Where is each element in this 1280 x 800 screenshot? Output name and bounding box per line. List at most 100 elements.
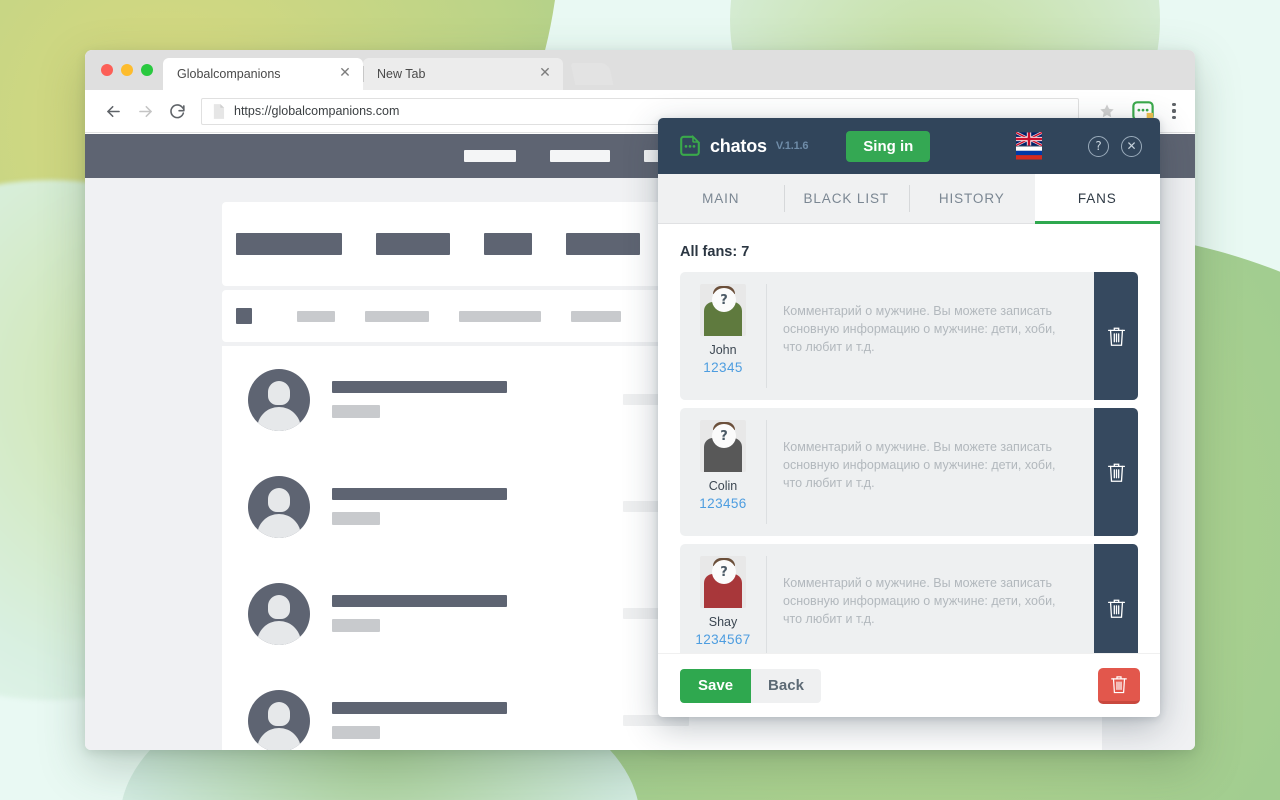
placeholder-block (376, 233, 450, 255)
window-traffic-lights (97, 50, 163, 90)
placeholder-block (566, 233, 640, 255)
fan-identity: ? John 12345 (680, 272, 766, 400)
list-item-text (332, 702, 507, 739)
brand-version: V.1.1.6 (775, 140, 809, 152)
fan-name: Colin (708, 479, 738, 493)
fan-identity: ? Colin 123456 (680, 408, 766, 536)
placeholder-block (332, 405, 380, 418)
fan-id[interactable]: 123456 (699, 496, 746, 511)
panel-body: All fans: 7 ? John 12345 Комментарий о м… (658, 224, 1160, 653)
panel-header-actions: ? ✕ (1088, 135, 1160, 157)
browser-tab-title: Globalcompanions (177, 67, 281, 81)
avatar (248, 689, 310, 750)
placeholder-block (332, 619, 380, 632)
placeholder-block (332, 595, 507, 607)
browser-tab-new-tab[interactable]: New Tab ✕ (363, 58, 563, 90)
delete-fan-button[interactable] (1094, 272, 1138, 400)
list-item-text (332, 595, 507, 632)
fan-card: ? Shay 1234567 Комментарий о мужчине. Вы… (680, 544, 1138, 653)
browser-tab-globalcompanions[interactable]: Globalcompanions ✕ (163, 58, 363, 90)
tab-divider (363, 66, 364, 82)
tab-fans[interactable]: FANS (1034, 174, 1160, 224)
placeholder-block (365, 310, 429, 322)
new-tab-button[interactable] (570, 63, 614, 85)
fan-photo: ? (700, 556, 746, 608)
placeholder-block (332, 512, 380, 525)
browser-tab-title: New Tab (377, 67, 426, 81)
tab-history[interactable]: HISTORY (909, 174, 1035, 223)
fan-identity: ? Shay 1234567 (680, 544, 766, 653)
minimize-window-button[interactable] (121, 64, 133, 76)
maximize-window-button[interactable] (141, 64, 153, 76)
sign-in-button[interactable]: Sing in (846, 130, 931, 162)
placeholder-block (332, 488, 507, 500)
close-window-button[interactable] (101, 64, 113, 76)
star-icon[interactable] (1091, 103, 1123, 119)
english-flag-icon[interactable] (1016, 132, 1043, 146)
delete-fan-button[interactable] (1094, 408, 1138, 536)
close-tab-icon[interactable]: ✕ (537, 66, 553, 82)
save-button[interactable]: Save (680, 668, 752, 703)
tab-main[interactable]: MAIN (658, 174, 784, 223)
fan-photo: ? (700, 284, 746, 336)
panel-footer: Save Back (658, 653, 1160, 717)
page-document-icon (212, 103, 225, 119)
back-arrow-icon[interactable] (99, 97, 127, 125)
nav-placeholder-item[interactable] (464, 150, 516, 162)
list-item-text (332, 488, 507, 525)
fans-count-label: All fans: (680, 244, 738, 260)
help-icon[interactable]: ? (1088, 135, 1109, 157)
fans-count: All fans: 7 (658, 224, 1160, 272)
chatos-extension-panel: chatos V.1.1.6 Sing in ? ✕ MAIN BLACK LI… (658, 118, 1160, 717)
fan-photo: ? (700, 420, 746, 472)
placeholder-block (484, 233, 532, 255)
unknown-face-icon: ? (712, 424, 736, 448)
brand: chatos V.1.1.6 (678, 134, 808, 158)
fan-comment[interactable]: Комментарий о мужчине. Вы можете записат… (766, 556, 1094, 653)
close-icon[interactable]: ✕ (1121, 135, 1142, 157)
avatar (248, 582, 310, 645)
tab-black-list[interactable]: BLACK LIST (783, 174, 910, 223)
trash-icon (1106, 325, 1127, 348)
placeholder-block (236, 308, 252, 324)
brand-name: chatos (710, 135, 767, 156)
fan-comment[interactable]: Комментарий о мужчине. Вы можете записат… (766, 420, 1094, 524)
avatar (248, 475, 310, 538)
fan-id[interactable]: 12345 (703, 360, 743, 375)
fan-name: John (709, 343, 737, 357)
reload-icon[interactable] (163, 97, 191, 125)
fan-card: ? John 12345 Комментарий о мужчине. Вы м… (680, 272, 1138, 400)
chatos-logo-icon (678, 134, 702, 158)
fan-card: ? Colin 123456 Комментарий о мужчине. Вы… (680, 408, 1138, 536)
trash-icon (1106, 461, 1127, 484)
back-button[interactable]: Back (751, 668, 821, 703)
unknown-face-icon: ? (712, 560, 736, 584)
trash-icon (1109, 674, 1129, 695)
unknown-face-icon: ? (712, 288, 736, 312)
language-switcher[interactable] (1016, 132, 1043, 160)
address-bar-url: https://globalcompanions.com (234, 104, 400, 118)
placeholder-block (459, 310, 541, 322)
placeholder-block (332, 702, 507, 714)
delete-fan-button[interactable] (1094, 544, 1138, 653)
fans-list[interactable]: ? John 12345 Комментарий о мужчине. Вы м… (658, 272, 1160, 653)
panel-header: chatos V.1.1.6 Sing in ? ✕ (658, 118, 1160, 174)
kebab-menu-icon[interactable] (1163, 103, 1183, 119)
placeholder-block (571, 310, 621, 322)
close-tab-icon[interactable]: ✕ (337, 66, 353, 82)
fan-name: Shay (708, 615, 738, 629)
forward-arrow-icon (131, 97, 159, 125)
fans-count-value: 7 (741, 244, 750, 260)
avatar (248, 368, 310, 431)
browser-tab-strip: Globalcompanions ✕ New Tab ✕ (85, 50, 1195, 90)
delete-all-button[interactable] (1098, 667, 1140, 704)
list-item-text (332, 381, 507, 418)
placeholder-block (297, 310, 335, 322)
nav-placeholder-item[interactable] (550, 150, 610, 162)
fan-comment[interactable]: Комментарий о мужчине. Вы можете записат… (766, 284, 1094, 388)
placeholder-block (236, 233, 342, 255)
placeholder-block (332, 726, 380, 739)
russian-flag-icon[interactable] (1016, 146, 1043, 160)
placeholder-block (332, 381, 507, 393)
fan-id[interactable]: 1234567 (695, 632, 750, 647)
